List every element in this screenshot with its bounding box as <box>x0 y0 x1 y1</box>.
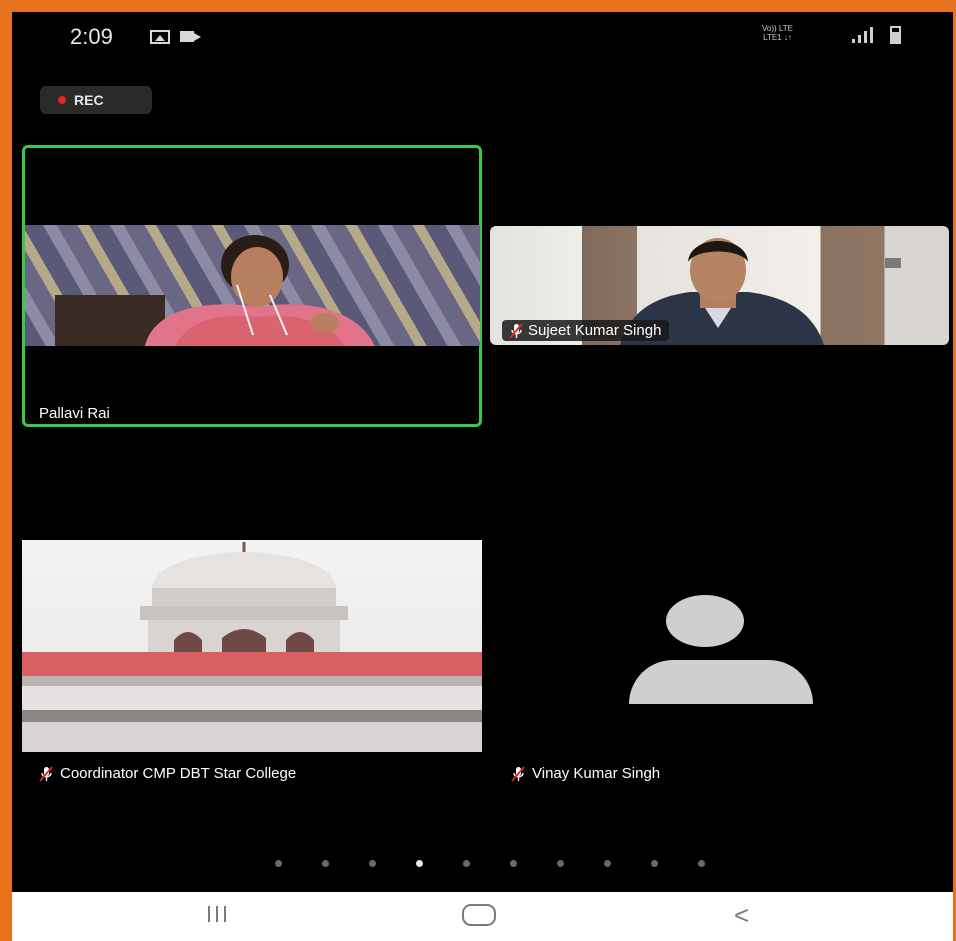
page-dot[interactable] <box>557 860 564 867</box>
page-dot[interactable] <box>698 860 705 867</box>
video-tile-pallavi-rai[interactable]: Pallavi Rai <box>22 145 482 427</box>
signal-icon <box>850 27 876 43</box>
page-dot[interactable] <box>369 860 376 867</box>
page-indicator[interactable] <box>275 860 705 867</box>
mic-muted-icon <box>511 765 525 782</box>
page-dot[interactable] <box>510 860 517 867</box>
mic-muted-icon <box>39 765 53 782</box>
participant-name-plate: Sujeet Kumar Singh <box>502 320 670 341</box>
participant-name: Vinay Kumar Singh <box>532 765 661 782</box>
participant-video <box>22 540 482 752</box>
participant-name-plate: Vinay Kumar Singh <box>510 765 660 782</box>
participant-name: Sujeet Kumar Singh <box>528 322 662 339</box>
page-dot[interactable] <box>651 860 658 867</box>
video-tile-vinay-kumar-singh[interactable] <box>490 540 949 752</box>
home-icon[interactable] <box>462 904 496 926</box>
video-tile-coordinator[interactable] <box>22 540 482 752</box>
recording-label: REC <box>74 92 104 108</box>
recording-badge: REC <box>40 86 152 114</box>
page-dot[interactable] <box>604 860 611 867</box>
avatar-placeholder-body <box>629 660 813 704</box>
page-dot[interactable] <box>463 860 470 867</box>
frame-border-top <box>0 0 956 12</box>
back-icon[interactable]: < <box>734 900 749 931</box>
status-time: 2:09 <box>70 24 113 49</box>
participant-name: Pallavi Rai <box>39 405 110 422</box>
record-dot-icon <box>58 96 66 104</box>
meeting-screen: 2:09 Vo)) LTE LTE1 ↓↑ REC Pallavi Rai Su… <box>12 12 953 892</box>
participant-name-plate: Coordinator CMP DBT Star College <box>38 765 296 782</box>
mic-muted-icon <box>509 322 523 339</box>
video-icon <box>180 31 201 42</box>
participant-name: Coordinator CMP DBT Star College <box>60 765 297 782</box>
avatar-placeholder-head <box>666 595 744 647</box>
video-tile-sujeet-kumar-singh[interactable]: Sujeet Kumar Singh <box>490 226 949 345</box>
network-indicator: Vo)) LTE LTE1 ↓↑ <box>762 24 793 42</box>
page-dot[interactable] <box>275 860 282 867</box>
battery-icon <box>890 26 901 44</box>
frame-border-left <box>0 0 12 941</box>
participant-video-feed <box>55 235 375 346</box>
page-dot-active[interactable] <box>416 860 423 867</box>
participant-video <box>25 225 480 346</box>
system-nav-bar: < <box>12 892 953 941</box>
participant-video-feed <box>22 542 482 752</box>
page-dot[interactable] <box>322 860 329 867</box>
recents-icon[interactable] <box>206 906 230 924</box>
gallery-icon <box>150 30 170 44</box>
